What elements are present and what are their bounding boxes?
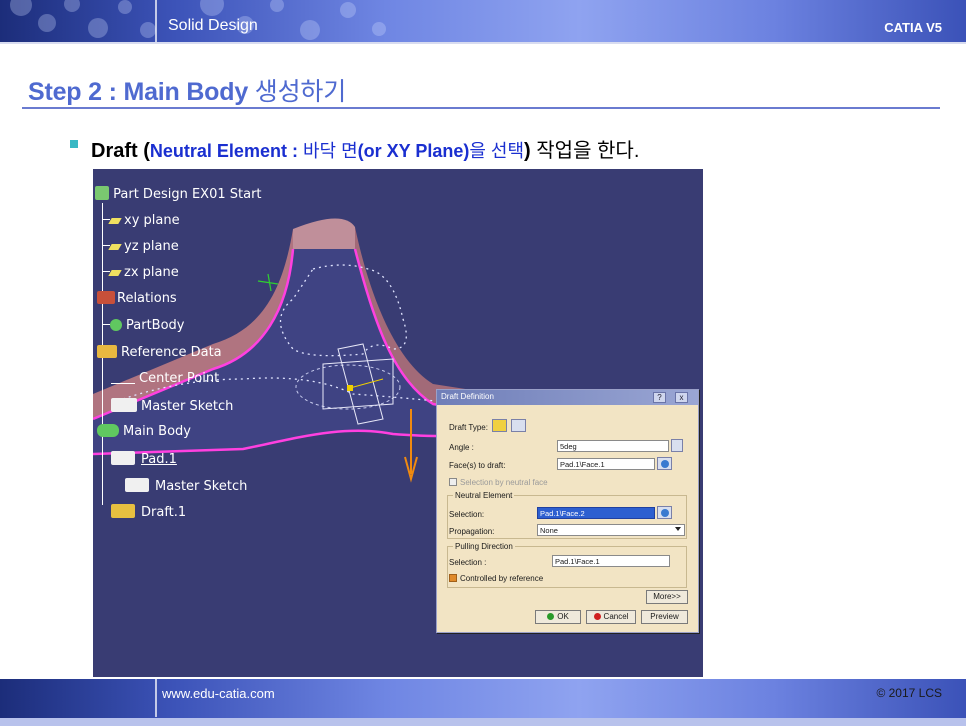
tree-label: Part Design EX01 Start (113, 187, 262, 202)
tree-label: zx plane (124, 265, 179, 280)
cancel-button[interactable]: Cancel (586, 610, 636, 624)
header-underline (0, 42, 966, 44)
bullet-text: Draft (Neutral Element : 바닥 면(or XY Plan… (91, 134, 639, 163)
page-title-kr: 생성하기 (254, 78, 346, 106)
ok-button[interactable]: OK (535, 610, 581, 624)
footer-url[interactable]: www.edu-catia.com (162, 686, 275, 701)
faces-to-draft-field[interactable]: Pad.1\Face.1 (557, 458, 655, 470)
tree-item-pad[interactable]: Pad.1 (111, 451, 177, 467)
close-button[interactable]: x (675, 392, 688, 403)
angle-label: Angle : (449, 443, 474, 452)
pulling-selection-field[interactable]: Pad.1\Face.1 (552, 555, 670, 567)
selection-by-neutral-checkbox[interactable] (449, 478, 457, 486)
part-design-icon (95, 186, 109, 200)
more-button[interactable]: More>> (646, 590, 688, 604)
propagation-label: Propagation: (449, 527, 495, 536)
neutral-element-title: Neutral Element (453, 491, 515, 500)
bullet-note-bold: Neutral Element : (149, 141, 303, 161)
draft-definition-dialog[interactable]: Draft Definition ? x Draft Type: Angle :… (436, 389, 699, 633)
draft-type-label: Draft Type: (449, 423, 488, 432)
ok-icon (547, 613, 555, 620)
chevron-down-icon (675, 527, 681, 531)
tree-item-reference-data[interactable]: Reference Data (97, 345, 222, 360)
footer-bottom-band (0, 718, 966, 726)
ok-label: OK (557, 612, 569, 621)
footer-separator (155, 679, 157, 717)
tree-item-partbody[interactable]: PartBody (103, 318, 184, 333)
tree-item-yz-plane[interactable]: yz plane (103, 239, 179, 254)
bullet-note-kr2: 을 선택 (469, 141, 525, 161)
plane-icon (108, 218, 122, 224)
draft-type-constant-icon[interactable] (492, 419, 507, 432)
tree-item-main-body[interactable]: Main Body (97, 424, 191, 439)
sketch-icon (111, 398, 137, 412)
header-title: Solid Design (168, 17, 258, 34)
bullet-note-bold2: (or XY Plane) (357, 141, 470, 161)
tree-label: Master Sketch (155, 479, 248, 494)
faces-list-icon[interactable] (657, 457, 672, 470)
preview-button[interactable]: Preview (641, 610, 688, 624)
body-gear-icon (110, 319, 122, 331)
pulling-selection-label: Selection : (449, 558, 487, 567)
relations-icon (97, 291, 115, 304)
tree-item-xy-plane[interactable]: xy plane (103, 213, 180, 228)
tree-label: Pad.1 (141, 452, 177, 467)
bullet-marker (70, 140, 78, 148)
header-separator (155, 0, 157, 42)
page-title-en: Step 2 : Main Body (28, 78, 249, 106)
neutral-selection-label: Selection: (449, 510, 485, 519)
point-icon (111, 372, 135, 384)
sketch-icon (125, 478, 149, 492)
tree-label: PartBody (126, 318, 185, 333)
neutral-list-icon[interactable] (657, 506, 672, 519)
controlled-by-reference-label: Controlled by reference (460, 574, 544, 583)
tree-item-zx-plane[interactable]: zx plane (103, 265, 179, 280)
tree-root[interactable]: Part Design EX01 Start (95, 186, 262, 202)
neutral-selection-field[interactable]: Pad.1\Face.2 (537, 507, 655, 519)
controlled-by-reference-checkbox[interactable] (449, 574, 457, 582)
propagation-select[interactable]: None (537, 524, 685, 536)
tree-item-relations[interactable]: Relations (97, 291, 177, 306)
bullet-note-kr: 바닥 면 (302, 141, 358, 161)
header-product: CATIA V5 (884, 20, 942, 35)
help-button[interactable]: ? (653, 392, 666, 403)
bullet-tail: 작업을 한다. (536, 140, 640, 162)
bullet-paren-open: ( (143, 140, 150, 162)
draft-icon (111, 504, 135, 518)
tree-label: Main Body (123, 424, 191, 439)
selection-by-neutral-label: Selection by neutral face (460, 478, 548, 487)
tree-label: Center Point (139, 371, 220, 386)
angle-input[interactable]: 5deg (557, 440, 669, 452)
cancel-icon (593, 613, 601, 620)
tree-item-master-sketch-2[interactable]: Master Sketch (125, 478, 247, 494)
tree-label: xy plane (124, 213, 180, 228)
tree-label: Relations (117, 291, 177, 306)
page-title: Step 2 : Main Body 생성하기 (28, 72, 346, 108)
faces-to-draft-label: Face(s) to draft: (449, 461, 506, 470)
tree-label: yz plane (124, 239, 179, 254)
draft-type-variable-icon[interactable] (511, 419, 526, 432)
slide-header: Solid Design CATIA V5 (0, 0, 966, 42)
bullet-term: Draft (91, 140, 138, 162)
pad-icon (111, 451, 135, 465)
tree-label: Draft.1 (141, 505, 187, 520)
tree-item-draft[interactable]: Draft.1 (111, 504, 186, 520)
slide-footer: www.edu-catia.com © 2017 LCS (0, 679, 966, 726)
tree-item-center-point[interactable]: Center Point (111, 371, 219, 386)
tree-label: Master Sketch (141, 399, 234, 414)
pulling-direction-title: Pulling Direction (453, 542, 515, 551)
bullet-paren-close: ) (524, 140, 531, 162)
footer-copyright: © 2017 LCS (876, 686, 942, 700)
tree-label: Reference Data (121, 345, 222, 360)
angle-spinner[interactable] (671, 439, 683, 452)
geometry-set-icon (97, 345, 117, 358)
title-divider (22, 107, 940, 109)
tree-item-master-sketch[interactable]: Master Sketch (111, 398, 233, 414)
plane-icon (108, 270, 122, 276)
body-gear-icon (97, 424, 119, 437)
cancel-label: Cancel (603, 612, 629, 621)
plane-icon (108, 244, 122, 250)
